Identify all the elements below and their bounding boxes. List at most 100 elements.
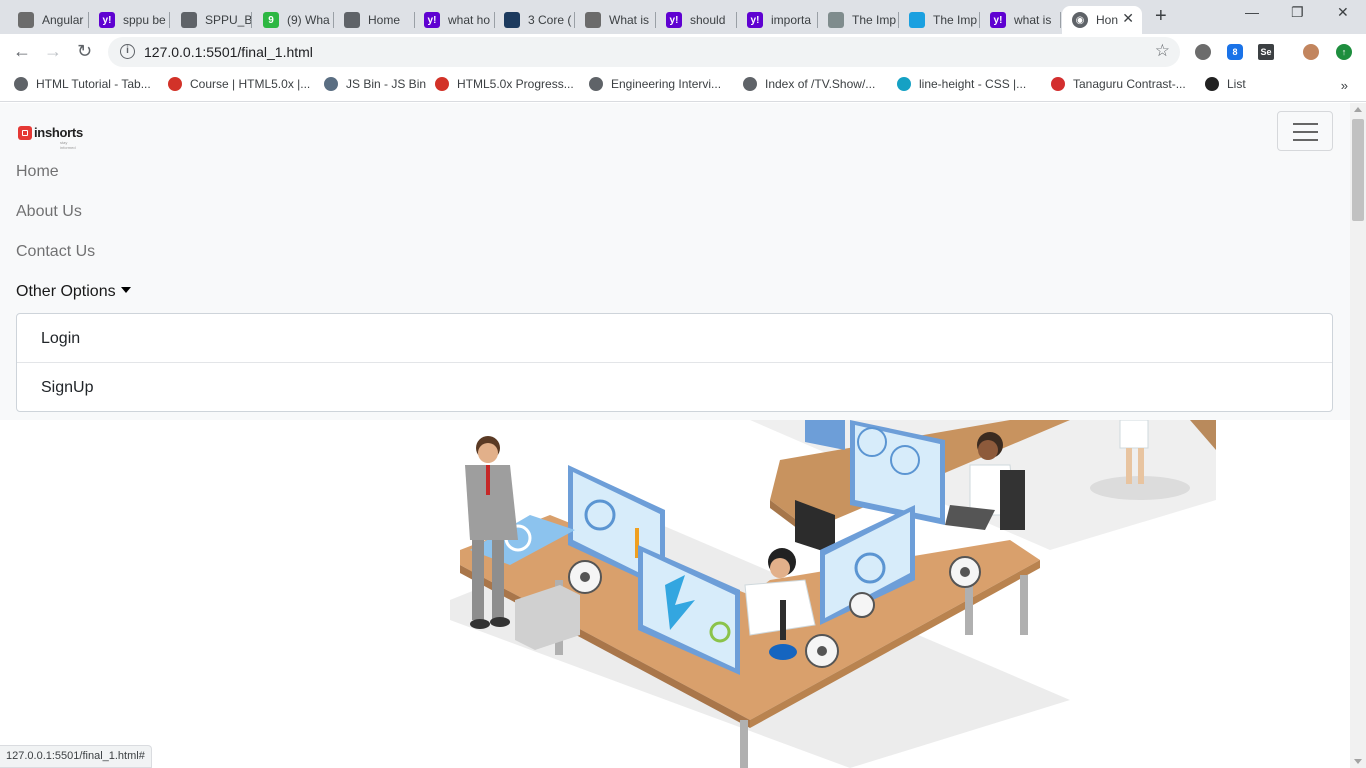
generic-icon [504, 12, 520, 28]
tree-icon [585, 12, 601, 28]
dropdown-signup-item[interactable]: SignUp [41, 379, 93, 397]
nav-home-link[interactable]: Home [16, 163, 59, 181]
browser-tab[interactable]: The Imp [818, 6, 899, 34]
close-window-icon[interactable]: ✕ [1337, 4, 1349, 21]
tab-separator [251, 12, 252, 28]
edx-icon [435, 77, 449, 91]
back-arrow-icon[interactable]: ← [13, 42, 31, 60]
bookmark-label: Engineering Intervi... [611, 77, 722, 91]
bookmark-item[interactable]: HTML5.0x Progress... [435, 77, 574, 91]
site-info-icon[interactable]: i [120, 44, 135, 59]
hamburger-line [1293, 123, 1318, 125]
globe-icon [743, 77, 757, 91]
address-url[interactable]: 127.0.0.1:5501/final_1.html [144, 44, 313, 60]
tab-label: The Imp [933, 13, 978, 27]
browser-tab[interactable]: y! sppu be [89, 6, 170, 34]
extension-shield-icon[interactable]: 8 [1227, 44, 1243, 60]
scroll-up-arrow-icon[interactable] [1354, 107, 1362, 112]
scroll-down-arrow-icon[interactable] [1354, 759, 1362, 764]
yahoo-icon: y! [99, 12, 115, 28]
whatsapp-icon: 9 [263, 12, 279, 28]
close-tab-icon[interactable]: ✕ [1122, 10, 1134, 27]
bookmark-label: JS Bin - JS Bin [346, 77, 427, 91]
browser-tab[interactable]: Home [334, 6, 415, 34]
tanaguru-icon [1051, 77, 1065, 91]
bookmarks-bar: HTML Tutorial - Tab... Course | HTML5.0x … [0, 70, 1366, 102]
browser-tab[interactable]: SPPU_B [171, 6, 252, 34]
dropdown-login-item[interactable]: Login [41, 330, 80, 348]
codepen-icon [1205, 77, 1219, 91]
browser-tab[interactable]: 9 (9) Wha [253, 6, 334, 34]
bookmark-item[interactable]: Tanaguru Contrast-... [1051, 77, 1186, 91]
new-tab-button[interactable]: + [1155, 6, 1167, 26]
bookmark-star-icon[interactable]: ☆ [1155, 41, 1170, 61]
tab-label: Hon [1096, 13, 1119, 27]
bookmark-item[interactable]: Engineering Intervi... [589, 77, 721, 91]
globe-icon [181, 12, 197, 28]
tab-label: (9) Wha [287, 13, 330, 27]
minimize-window-icon[interactable]: — [1245, 4, 1259, 20]
bookmark-label: List [1227, 77, 1246, 91]
yahoo-icon: y! [747, 12, 763, 28]
yahoo-icon: y! [424, 12, 440, 28]
tab-label: importa [771, 13, 812, 27]
tab-label: What is [609, 13, 650, 27]
more-bookmarks-icon[interactable]: » [1341, 78, 1348, 93]
eye-icon [828, 12, 844, 28]
tab-label: 3 Core ( [528, 13, 572, 27]
hamburger-line [1293, 139, 1318, 141]
hamburger-line [1293, 131, 1318, 133]
nav-other-options-toggle[interactable]: Other Options [16, 283, 131, 301]
bookmark-item[interactable]: Index of /TV.Show/... [743, 77, 875, 91]
browser-tab[interactable]: What is [575, 6, 656, 34]
reload-icon[interactable]: ↻ [77, 42, 92, 60]
other-options-dropdown: Login SignUp [16, 313, 1333, 412]
nav-about-link[interactable]: About Us [16, 203, 82, 221]
browser-tab[interactable]: y! what ho [414, 6, 495, 34]
browser-tab[interactable]: Angular [8, 6, 89, 34]
update-icon[interactable]: ↑ [1336, 44, 1352, 60]
browser-tab[interactable]: 3 Core ( [494, 6, 575, 34]
yahoo-icon: y! [990, 12, 1006, 28]
address-bar[interactable]: i 127.0.0.1:5501/final_1.html ☆ [108, 37, 1180, 67]
bookmark-label: Tanaguru Contrast-... [1073, 77, 1186, 91]
globe-icon [589, 77, 603, 91]
restore-window-icon[interactable]: ❐ [1291, 4, 1304, 21]
jsbin-icon [324, 77, 338, 91]
diamond-icon [909, 12, 925, 28]
inshorts-logo-icon [18, 125, 32, 140]
bookmark-item[interactable]: Course | HTML5.0x |... [168, 77, 310, 91]
tab-label: sppu be [123, 13, 166, 27]
tab-label: should [690, 13, 726, 27]
tab-active-home[interactable]: ◉ Hon ✕ [1062, 6, 1142, 34]
selenium-extension-icon[interactable]: Se [1258, 44, 1274, 60]
forward-arrow-icon[interactable]: → [44, 42, 62, 60]
brand-logo[interactable]: inshorts stay informed [18, 125, 83, 150]
browser-tab[interactable]: y! what is [980, 6, 1061, 34]
scrollbar-thumb[interactable] [1352, 119, 1364, 221]
angular-icon [18, 12, 34, 28]
tab-label: Angular [42, 13, 84, 27]
profile-avatar[interactable] [1303, 44, 1319, 60]
tab-separator [1060, 12, 1061, 28]
tab-label: Home [368, 13, 401, 27]
edx-icon [168, 77, 182, 91]
bookmark-item[interactable]: JS Bin - JS Bin [324, 77, 426, 91]
bookmark-item[interactable]: List [1205, 77, 1246, 91]
browser-tab[interactable]: The Imp [899, 6, 980, 34]
browser-toolbar: ← → ↻ i 127.0.0.1:5501/final_1.html ☆ 8 … [0, 34, 1366, 70]
navbar-toggler-button[interactable] [1277, 111, 1333, 151]
hero-illustration [450, 420, 1216, 768]
bookmark-item[interactable]: HTML Tutorial - Tab... [14, 77, 151, 91]
page-scrollbar[interactable] [1350, 103, 1366, 768]
mdn-icon [897, 77, 911, 91]
extension-circle-icon[interactable] [1195, 44, 1211, 60]
brand-tagline: stay informed [60, 140, 76, 150]
browser-tab-strip: Angular y! sppu be SPPU_B 9 (9) Wha Home y! what… [0, 0, 1366, 34]
nav-contact-link[interactable]: Contact Us [16, 243, 95, 261]
tab-label: The Imp [852, 13, 897, 27]
browser-tab[interactable]: y! importa [737, 6, 818, 34]
browser-tab[interactable]: y! should [656, 6, 737, 34]
bookmark-item[interactable]: line-height - CSS |... [897, 77, 1026, 91]
bookmark-label: Index of /TV.Show/... [765, 77, 876, 91]
